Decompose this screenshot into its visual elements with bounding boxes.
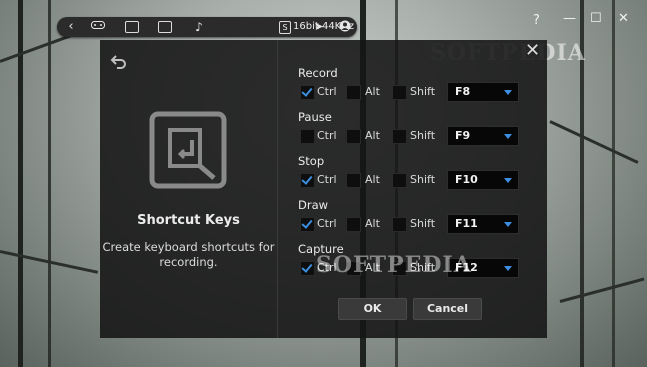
key-value: F8 bbox=[455, 85, 471, 98]
key-value: F9 bbox=[455, 129, 471, 142]
dropdown-arrow-icon bbox=[504, 266, 512, 271]
shortcut-keys-dialog: Shortcut Keys Create keyboard shortcuts … bbox=[100, 40, 547, 338]
shortcut-key-icon bbox=[148, 110, 228, 190]
fullscreen-capture-icon[interactable] bbox=[158, 21, 172, 33]
ctrl-checkbox[interactable] bbox=[300, 261, 315, 276]
cursor-icon[interactable]: ➤ bbox=[314, 20, 324, 34]
shift-checkbox[interactable] bbox=[392, 217, 407, 232]
gamepad-icon[interactable] bbox=[91, 20, 105, 34]
back-arrow-icon[interactable] bbox=[110, 54, 128, 70]
shortcut-row-record: Record Ctrl Alt Shift F8 bbox=[298, 66, 538, 108]
ctrl-label: Ctrl bbox=[317, 129, 337, 142]
key-select[interactable]: F11 bbox=[447, 214, 519, 234]
alt-checkbox[interactable] bbox=[346, 129, 361, 144]
watermark-middle: SOFTPEDIA bbox=[316, 252, 472, 278]
key-value: F11 bbox=[455, 217, 478, 230]
ctrl-checkbox[interactable] bbox=[300, 85, 315, 100]
ctrl-checkbox[interactable] bbox=[300, 173, 315, 188]
chevron-left-icon[interactable]: ‹ bbox=[65, 20, 77, 34]
tree-trunk bbox=[612, 0, 615, 367]
ctrl-label: Ctrl bbox=[317, 217, 337, 230]
recording-toolbar: ‹ ♪ S 16bit 44KHz ➤ bbox=[57, 17, 357, 37]
key-select[interactable]: F9 bbox=[447, 126, 519, 146]
shortcut-label: Stop bbox=[298, 154, 325, 168]
dropdown-arrow-icon bbox=[504, 222, 512, 227]
shift-label: Shift bbox=[410, 217, 436, 230]
audio-badge-icon: S bbox=[279, 21, 291, 34]
cancel-button[interactable]: Cancel bbox=[413, 298, 482, 320]
panel-divider bbox=[277, 40, 278, 338]
dropdown-arrow-icon bbox=[504, 178, 512, 183]
shift-checkbox[interactable] bbox=[392, 173, 407, 188]
minimize-button[interactable]: — bbox=[563, 12, 576, 26]
maximize-button[interactable]: ☐ bbox=[590, 12, 602, 26]
shortcut-label: Draw bbox=[298, 198, 329, 212]
ok-button[interactable]: OK bbox=[338, 298, 407, 320]
window-capture-icon[interactable] bbox=[125, 21, 139, 33]
shortcut-label: Record bbox=[298, 66, 338, 80]
alt-checkbox[interactable] bbox=[346, 85, 361, 100]
dropdown-arrow-icon bbox=[504, 134, 512, 139]
ctrl-checkbox[interactable] bbox=[300, 217, 315, 232]
ctrl-label: Ctrl bbox=[317, 173, 337, 186]
alt-label: Alt bbox=[365, 217, 380, 230]
key-select[interactable]: F8 bbox=[447, 82, 519, 102]
shortcut-row-draw: Draw Ctrl Alt Shift F11 bbox=[298, 198, 538, 240]
help-button[interactable]: ? bbox=[533, 14, 540, 28]
alt-label: Alt bbox=[365, 85, 380, 98]
shortcut-row-stop: Stop Ctrl Alt Shift F10 bbox=[298, 154, 538, 196]
ctrl-checkbox[interactable] bbox=[300, 129, 315, 144]
alt-label: Alt bbox=[365, 129, 380, 142]
alt-checkbox[interactable] bbox=[346, 217, 361, 232]
key-select[interactable]: F10 bbox=[447, 170, 519, 190]
shortcut-row-pause: Pause Ctrl Alt Shift F9 bbox=[298, 110, 538, 152]
music-note-icon[interactable]: ♪ bbox=[193, 20, 205, 34]
shift-label: Shift bbox=[410, 173, 436, 186]
shift-checkbox[interactable] bbox=[392, 85, 407, 100]
dialog-description: Create keyboard shortcuts for recording. bbox=[102, 240, 275, 269]
dropdown-arrow-icon bbox=[504, 90, 512, 95]
close-dialog-icon[interactable]: ✕ bbox=[525, 42, 540, 60]
alt-checkbox[interactable] bbox=[346, 173, 361, 188]
shift-label: Shift bbox=[410, 129, 436, 142]
webcam-icon[interactable] bbox=[338, 20, 352, 34]
dialog-title: Shortcut Keys bbox=[137, 213, 240, 228]
shift-label: Shift bbox=[410, 85, 436, 98]
close-window-button[interactable]: ✕ bbox=[618, 12, 629, 26]
alt-label: Alt bbox=[365, 173, 380, 186]
tree-trunk bbox=[48, 0, 51, 367]
ctrl-label: Ctrl bbox=[317, 85, 337, 98]
key-value: F10 bbox=[455, 173, 478, 186]
shift-checkbox[interactable] bbox=[392, 129, 407, 144]
shortcut-label: Pause bbox=[298, 110, 332, 124]
